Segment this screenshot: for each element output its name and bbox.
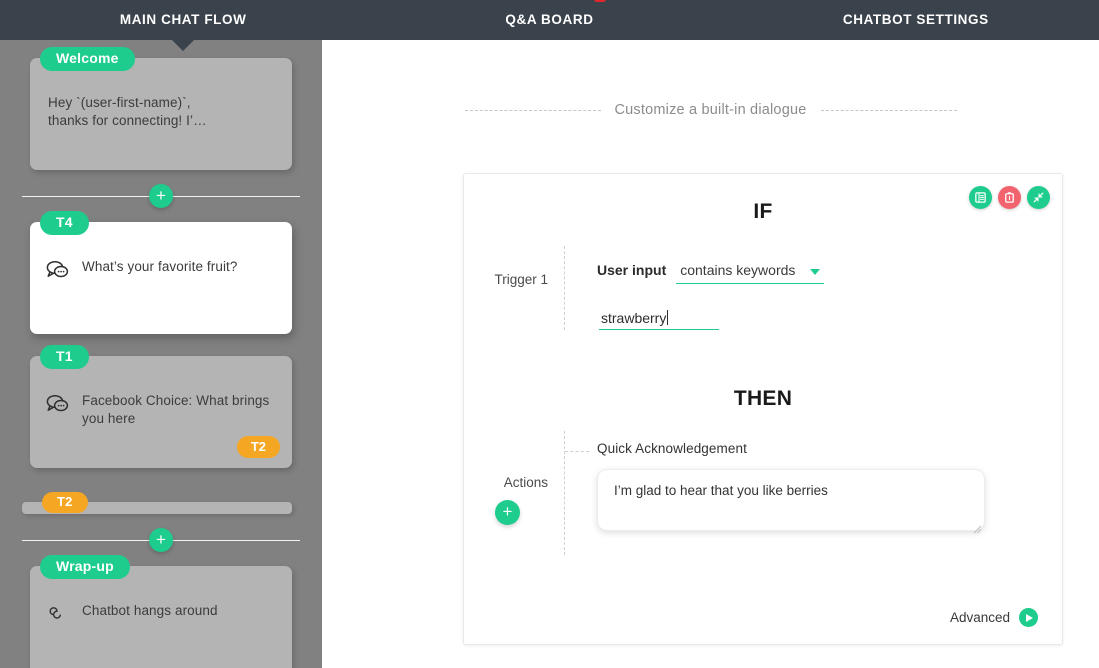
flow-card-t2-wrap: T2 <box>0 492 322 514</box>
chat-bubbles-icon <box>46 393 70 415</box>
flow-card-welcome-body: Hey `(user-first-name)`, thanks for conn… <box>46 94 276 130</box>
keyword-input[interactable]: strawberry <box>599 310 719 330</box>
dialogue-editor-card: IF Trigger 1 User input contains keyword… <box>463 173 1063 645</box>
flow-card-welcome-text: Hey `(user-first-name)`, thanks for conn… <box>48 95 207 128</box>
section-heading-line-right <box>820 109 957 111</box>
user-input-label: User input <box>597 262 667 278</box>
active-tab-arrow-icon <box>172 40 195 51</box>
flow-card-t1-wrap: T1 Facebook Choice: What brings you here <box>30 345 292 468</box>
action-message-textarea[interactable] <box>597 469 985 531</box>
trigger-row-label: Trigger 1 <box>494 272 548 287</box>
tab-chatbot-settings[interactable]: CHATBOT SETTINGS <box>733 0 1099 40</box>
delete-icon[interactable] <box>998 186 1021 209</box>
chevron-down-icon <box>810 269 821 275</box>
condition-select-value: contains keywords <box>680 262 796 278</box>
action-title: Quick Acknowledgement <box>597 441 747 456</box>
flow-card-t1[interactable]: T1 Facebook Choice: What brings you here <box>30 345 292 468</box>
play-arrow-icon <box>1019 608 1038 627</box>
add-action-button[interactable]: + <box>495 500 520 525</box>
actions-row-content: Quick Acknowledgement <box>565 431 1062 555</box>
keyword-input-value: strawberry <box>601 310 667 326</box>
flow-card-welcome[interactable]: Welcome Hey `(user-first-name)`, thanks … <box>30 47 292 170</box>
dialogue-card-actions <box>969 186 1050 209</box>
section-heading-text: Customize a built-in dialogue <box>614 102 807 118</box>
infinity-icon <box>46 603 70 625</box>
flow-card-t4-text: What’s your favorite fruit? <box>82 259 238 274</box>
flow-card-t1-jump-tag[interactable]: T2 <box>236 436 280 458</box>
actions-row: Actions + Quick Acknowledgement <box>464 431 1062 555</box>
flow-card-wrapup-text: Chatbot hangs around <box>82 603 218 618</box>
text-cursor <box>667 310 669 325</box>
flow-card-t4-wrap: T4 What’s your favorite fruit? <box>30 211 292 334</box>
tab-qa-board[interactable]: Q&A BOARD 2 <box>366 0 732 40</box>
flow-card-t4-body: What’s your favorite fruit? <box>46 258 276 281</box>
action-connector-line <box>565 451 589 452</box>
flow-card-t2-badge: T2 <box>42 492 88 514</box>
chat-bubbles-icon <box>46 259 70 281</box>
flow-card-t4[interactable]: T4 What’s your favorite fruit? <box>30 211 292 334</box>
flow-card-wrapup-wrap: Wrap-up Chatbot hangs around <box>30 555 292 668</box>
flow-divider-1: + <box>22 181 300 211</box>
actions-row-label: Actions + <box>464 431 564 555</box>
actions-row-label-text: Actions <box>503 475 548 490</box>
trigger-row: Trigger 1 User input contains keywords s… <box>464 246 1062 330</box>
action-textarea-wrap <box>597 456 985 536</box>
flow-card-welcome-badge: Welcome <box>40 47 135 72</box>
qa-board-badge: 2 <box>593 0 606 2</box>
action-item: Quick Acknowledgement <box>565 431 1062 536</box>
flow-card-welcome-wrap: Welcome Hey `(user-first-name)`, thanks … <box>30 47 292 170</box>
top-tab-bar: MAIN CHAT FLOW Q&A BOARD 2 CHATBOT SETTI… <box>0 0 1099 51</box>
tab-qa-board-label: Q&A BOARD 2 <box>505 0 606 40</box>
then-heading: THEN <box>733 387 793 410</box>
flow-card-t4-badge: T4 <box>40 211 89 236</box>
add-card-button-2[interactable]: + <box>149 528 173 552</box>
main-panel: Customize a built-in dialogue IF Trigger… <box>322 40 1099 668</box>
advanced-label: Advanced <box>949 610 1010 625</box>
flow-card-t1-text: Facebook Choice: What brings you here <box>82 393 270 426</box>
chat-flow-sidebar: Welcome Hey `(user-first-name)`, thanks … <box>0 40 322 668</box>
trigger-condition-line: User input contains keywords <box>597 246 1062 284</box>
advanced-button[interactable]: Advanced <box>950 608 1038 627</box>
tab-main-chat-flow[interactable]: MAIN CHAT FLOW <box>0 0 366 51</box>
flow-divider-2: + <box>22 525 300 555</box>
flow-card-list: Welcome Hey `(user-first-name)`, thanks … <box>0 40 322 668</box>
flow-card-wrapup-body: Chatbot hangs around <box>46 602 276 625</box>
flow-card-t2[interactable]: T2 <box>22 492 292 514</box>
tab-qa-board-text: Q&A BOARD <box>505 12 594 27</box>
add-card-button-1[interactable]: + <box>149 184 173 208</box>
flow-card-wrapup-badge: Wrap-up <box>40 555 130 580</box>
tab-chatbot-settings-label: CHATBOT SETTINGS <box>842 12 989 27</box>
flow-card-wrapup[interactable]: Wrap-up Chatbot hangs around <box>30 555 292 668</box>
flow-card-t1-body: Facebook Choice: What brings you here <box>46 392 276 428</box>
section-heading: Customize a built-in dialogue <box>322 102 1099 118</box>
flow-card-t1-badge: T1 <box>40 345 89 370</box>
collapse-icon[interactable] <box>1027 186 1050 209</box>
condition-select[interactable]: contains keywords <box>676 262 825 284</box>
trigger-row-content: User input contains keywords strawberry <box>565 246 1062 330</box>
tab-main-chat-flow-label: MAIN CHAT FLOW <box>119 12 247 27</box>
section-heading-line-left <box>464 109 601 111</box>
duplicate-icon[interactable] <box>969 186 992 209</box>
